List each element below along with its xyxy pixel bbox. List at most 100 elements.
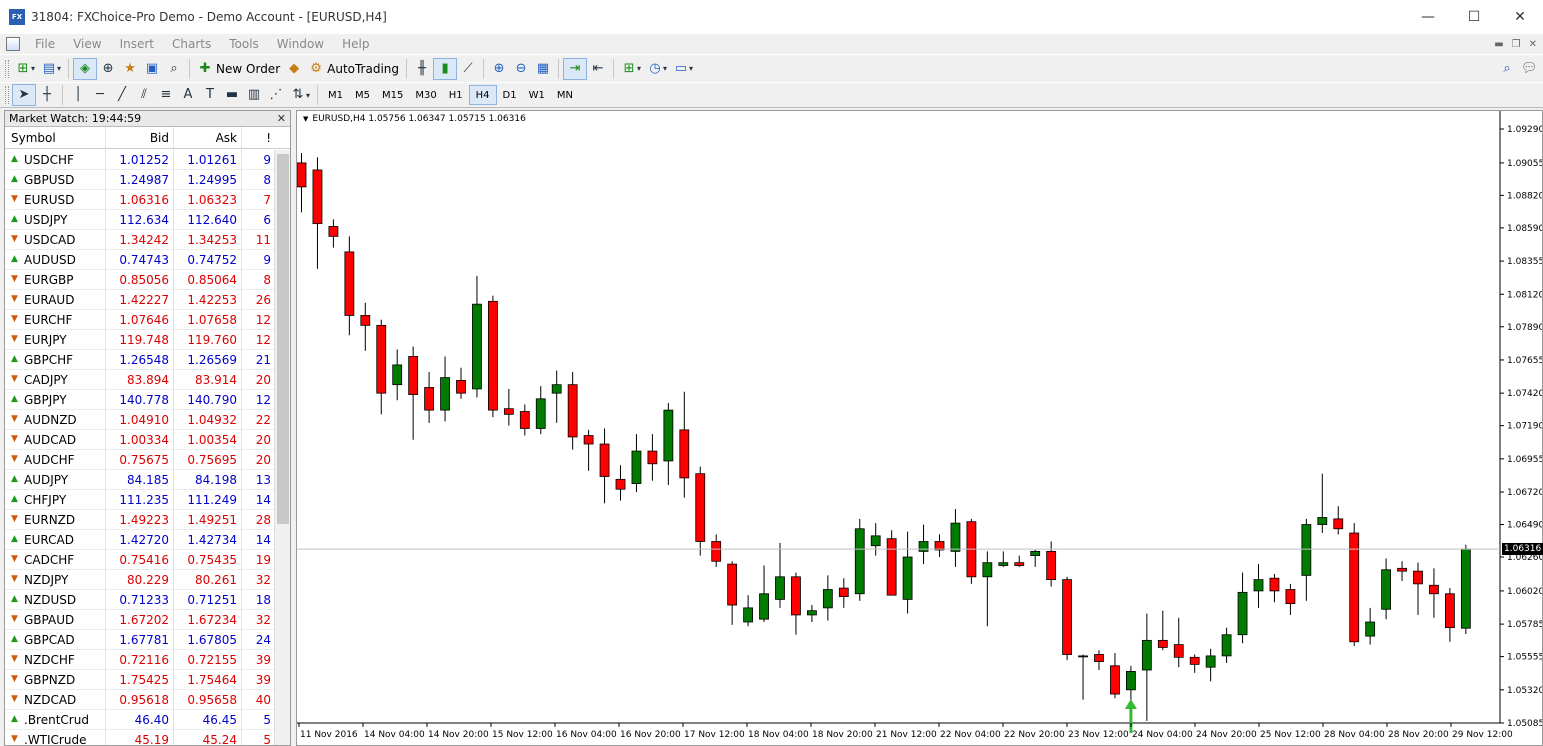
- chart-shift-button[interactable]: ⇤: [587, 58, 609, 80]
- table-row[interactable]: ▼ GBPNZD 1.75425 1.75464 39: [5, 670, 275, 690]
- table-row[interactable]: ▼ AUDCHF 0.75675 0.75695 20: [5, 450, 275, 470]
- profiles-button[interactable]: ▤ ▾: [38, 58, 64, 80]
- collapse-triangle-icon[interactable]: ▼: [303, 115, 308, 123]
- toolbar-grip[interactable]: [5, 86, 9, 104]
- templates-button[interactable]: ▭ ▾: [670, 58, 696, 80]
- table-row[interactable]: ▼ EURNZD 1.49223 1.49251 28: [5, 510, 275, 530]
- periods-button[interactable]: ◷ ▾: [644, 58, 670, 80]
- table-row[interactable]: ▼ NZDCHF 0.72116 0.72155 39: [5, 650, 275, 670]
- table-row[interactable]: ▲ CHFJPY 111.235 111.249 14: [5, 490, 275, 510]
- tf-w1[interactable]: W1: [523, 85, 551, 105]
- table-row[interactable]: ▲ USDJPY 112.634 112.640 6: [5, 210, 275, 230]
- vertical-line-tool[interactable]: │: [67, 84, 89, 106]
- scrollbar-thumb[interactable]: [277, 154, 289, 524]
- tf-mn[interactable]: MN: [551, 85, 579, 105]
- table-row[interactable]: ▼ USDCAD 1.34242 1.34253 11: [5, 230, 275, 250]
- strategy-tester-button[interactable]: ⌕: [163, 58, 185, 80]
- close-button[interactable]: ✕: [1497, 0, 1543, 34]
- table-row[interactable]: ▲ GBPCAD 1.67781 1.67805 24: [5, 630, 275, 650]
- table-row[interactable]: ▼ AUDCAD 1.00334 1.00354 20: [5, 430, 275, 450]
- menu-tools[interactable]: Tools: [220, 37, 268, 51]
- chart-window[interactable]: 1.09290 1.09055 1.08820 1.08590 1.08355 1.081…: [296, 110, 1543, 746]
- table-row[interactable]: ▼ EURAUD 1.42227 1.42253 26: [5, 290, 275, 310]
- table-row[interactable]: ▼ EURGBP 0.85056 0.85064 8: [5, 270, 275, 290]
- mdi-restore-icon[interactable]: ❐: [1512, 39, 1521, 50]
- fibonacci-tool[interactable]: ≡: [155, 84, 177, 106]
- column-bid[interactable]: Bid: [105, 127, 173, 148]
- table-row[interactable]: ▲ AUDJPY 84.185 84.198 13: [5, 470, 275, 490]
- zoom-in-button[interactable]: ⊕: [488, 58, 510, 80]
- tf-m5[interactable]: M5: [349, 85, 376, 105]
- tf-m1[interactable]: M1: [322, 85, 349, 105]
- table-row[interactable]: ▲ AUDUSD 0.74743 0.74752 9: [5, 250, 275, 270]
- close-icon[interactable]: ✕: [277, 112, 286, 125]
- minimize-button[interactable]: —: [1405, 0, 1451, 34]
- menu-window[interactable]: Window: [268, 37, 333, 51]
- menu-insert[interactable]: Insert: [111, 37, 163, 51]
- equidistant-channel-tool[interactable]: ⫽: [133, 84, 155, 106]
- tf-h4[interactable]: H4: [468, 85, 497, 105]
- tf-d1[interactable]: D1: [497, 85, 523, 105]
- zoom-out-button[interactable]: ⊖: [510, 58, 532, 80]
- tf-h1[interactable]: H1: [443, 85, 469, 105]
- menu-file[interactable]: File: [26, 37, 64, 51]
- indicators-button[interactable]: ⊞ ▾: [618, 58, 644, 80]
- table-row[interactable]: ▼ EURUSD 1.06316 1.06323 7: [5, 190, 275, 210]
- new-order-button[interactable]: ✚ New Order: [194, 58, 283, 80]
- table-row[interactable]: ▼ NZDCAD 0.95618 0.95658 40: [5, 690, 275, 710]
- table-row[interactable]: ▼ GBPAUD 1.67202 1.67234 32: [5, 610, 275, 630]
- text-label-tool[interactable]: T: [199, 84, 221, 106]
- menu-charts[interactable]: Charts: [163, 37, 220, 51]
- table-row[interactable]: ▼ NZDJPY 80.229 80.261 32: [5, 570, 275, 590]
- column-spread[interactable]: !: [241, 127, 275, 148]
- new-chart-button[interactable]: ⊞ ▾: [12, 58, 38, 80]
- rectangle-tool[interactable]: ▬: [221, 84, 243, 106]
- mdi-close-icon[interactable]: ✕: [1529, 39, 1537, 50]
- autotrading-button[interactable]: ⚙ AutoTrading: [305, 58, 402, 80]
- menu-help[interactable]: Help: [333, 37, 378, 51]
- horizontal-line-tool[interactable]: ─: [89, 84, 111, 106]
- table-row[interactable]: ▼ EURJPY 119.748 119.760 12: [5, 330, 275, 350]
- fibo-fan-tool[interactable]: ⋰: [265, 84, 287, 106]
- crosshair-tool[interactable]: ┼: [36, 84, 58, 106]
- candlestick-chart[interactable]: 1.09290 1.09055 1.08820 1.08590 1.08355 1.081…: [297, 111, 1542, 745]
- chat-icon[interactable]: 💬︎: [1521, 61, 1538, 77]
- market-watch-scrollbar[interactable]: [274, 150, 290, 745]
- bar-chart-button[interactable]: ╫: [411, 58, 433, 80]
- table-row[interactable]: ▼ CADJPY 83.894 83.914 20: [5, 370, 275, 390]
- text-tool[interactable]: A: [177, 84, 199, 106]
- table-row[interactable]: ▲ .BrentCrud 46.40 46.45 5: [5, 710, 275, 730]
- search-icon[interactable]: ⌕: [1499, 61, 1515, 77]
- column-ask[interactable]: Ask: [173, 127, 241, 148]
- gann-tool[interactable]: ▥: [243, 84, 265, 106]
- table-row[interactable]: ▼ .WTICrude 45.19 45.24 5: [5, 730, 275, 745]
- tf-m15[interactable]: M15: [376, 85, 409, 105]
- maximize-button[interactable]: ☐: [1451, 0, 1497, 34]
- mdi-minimize-icon[interactable]: ▬: [1494, 39, 1503, 50]
- table-row[interactable]: ▼ EURCHF 1.07646 1.07658 12: [5, 310, 275, 330]
- arrows-tool[interactable]: ⇅ ▾: [287, 84, 313, 106]
- tile-windows-button[interactable]: ▦: [532, 58, 554, 80]
- candlestick-button[interactable]: ▮: [433, 57, 458, 80]
- menu-view[interactable]: View: [64, 37, 110, 51]
- table-row[interactable]: ▲ GBPCHF 1.26548 1.26569 21: [5, 350, 275, 370]
- table-row[interactable]: ▲ EURCAD 1.42720 1.42734 14: [5, 530, 275, 550]
- document-icon[interactable]: [6, 37, 20, 51]
- table-row[interactable]: ▲ GBPJPY 140.778 140.790 12: [5, 390, 275, 410]
- column-symbol[interactable]: Symbol: [5, 131, 105, 145]
- table-row[interactable]: ▼ AUDNZD 1.04910 1.04932 22: [5, 410, 275, 430]
- cursor-tool[interactable]: ➤: [12, 84, 36, 106]
- table-row[interactable]: ▲ USDCHF 1.01252 1.01261 9: [5, 150, 275, 170]
- table-row[interactable]: ▼ CADCHF 0.75416 0.75435 19: [5, 550, 275, 570]
- data-window-button[interactable]: ⊕: [97, 58, 119, 80]
- terminal-button[interactable]: ▣: [141, 58, 163, 80]
- table-row[interactable]: ▲ NZDUSD 0.71233 0.71251 18: [5, 590, 275, 610]
- trendline-tool[interactable]: ╱: [111, 84, 133, 106]
- navigator-button[interactable]: ★: [119, 58, 141, 80]
- tf-m30[interactable]: M30: [409, 85, 442, 105]
- toolbar-grip[interactable]: [5, 59, 9, 78]
- metaeditor-button[interactable]: ◆: [283, 58, 305, 80]
- market-watch-button[interactable]: ◈: [73, 57, 98, 80]
- line-chart-button[interactable]: ⟋: [457, 58, 479, 80]
- table-row[interactable]: ▲ GBPUSD 1.24987 1.24995 8: [5, 170, 275, 190]
